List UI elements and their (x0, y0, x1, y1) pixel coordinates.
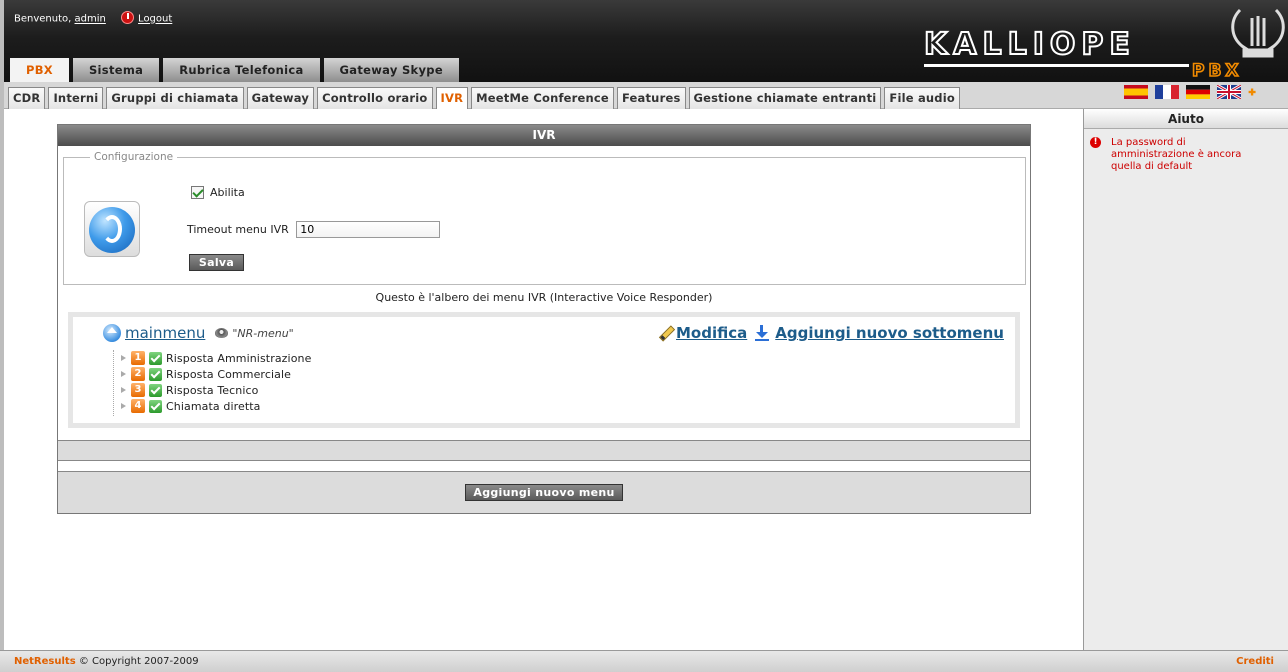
language-flags (1124, 85, 1262, 99)
save-button[interactable]: Salva (189, 254, 244, 271)
subtab-cdr[interactable]: CDR (8, 87, 46, 109)
tab-gateway-skype[interactable]: Gateway Skype (323, 58, 459, 82)
sub-tabs-bar: CDR Interni Gruppi di chiamata Gateway C… (4, 82, 1288, 109)
number-badge: 1 (131, 351, 145, 365)
sub-tabs: CDR Interni Gruppi di chiamata Gateway C… (8, 87, 963, 109)
mainmenu-link[interactable]: mainmenu (125, 324, 205, 342)
number-badge: 3 (131, 383, 145, 397)
enable-row: Abilita (191, 185, 245, 199)
add-submenu-link[interactable]: Aggiungi nuovo sottomenu (775, 324, 1004, 342)
copyright-text: © Copyright 2007-2009 (78, 656, 199, 667)
config-fieldset: Configurazione Abilita Timeout menu IVR … (63, 151, 1026, 285)
svg-text:PBX: PBX (1192, 61, 1243, 78)
subtab-gestione-chiamate-entranti[interactable]: Gestione chiamate entranti (688, 87, 882, 109)
tree-items: 1 Risposta Amministrazione 2 Risposta Co… (113, 350, 311, 416)
french-flag-icon[interactable] (1155, 85, 1179, 99)
panel-footer: Aggiungi nuovo menu (58, 471, 1030, 513)
tree-actions: Modifica Aggiungi nuovo sottomenu (658, 324, 1004, 342)
timeout-row: Timeout menu IVR (187, 221, 441, 238)
welcome-text: Benvenuto, (14, 13, 72, 25)
subtab-gruppi-di-chiamata[interactable]: Gruppi di chiamata (106, 87, 244, 109)
footer-copyright: NetResults © Copyright 2007-2009 (14, 651, 199, 672)
enable-label: Abilita (210, 185, 245, 199)
subtab-meetme-conference[interactable]: MeetMe Conference (471, 87, 614, 109)
config-legend: Configurazione (94, 151, 174, 163)
power-icon[interactable] (121, 11, 135, 24)
pencil-icon[interactable] (658, 326, 672, 340)
timeout-input[interactable] (296, 221, 441, 238)
tree-item[interactable]: 1 Risposta Amministrazione (113, 350, 311, 366)
check-icon (149, 367, 162, 381)
expand-arrow-icon[interactable] (121, 371, 126, 377)
number-badge: 2 (131, 367, 145, 381)
brand-link[interactable]: NetResults (14, 656, 76, 667)
check-icon (149, 351, 162, 365)
spanish-flag-icon[interactable] (1124, 85, 1148, 99)
expand-arrow-icon[interactable] (121, 387, 126, 393)
tab-sistema[interactable]: Sistema (72, 58, 160, 82)
logout-link[interactable]: Logout (138, 14, 172, 25)
tree-item[interactable]: 2 Risposta Commerciale (113, 366, 311, 382)
panel-title: IVR (58, 125, 1030, 146)
welcome-bar: Benvenuto, admin Logout (14, 11, 172, 25)
tree-item[interactable]: 4 Chiamata diretta (113, 398, 311, 414)
tree-root: mainmenu "NR-menu" (103, 324, 294, 342)
help-message: ! La password di amministrazione è ancor… (1090, 137, 1271, 173)
help-text: La password di amministrazione è ancora … (1111, 137, 1242, 172)
tree-item-label: Risposta Commerciale (166, 367, 291, 381)
page-footer: NetResults © Copyright 2007-2009 Crediti (0, 650, 1288, 672)
enable-checkbox[interactable] (191, 185, 204, 199)
sidebar-title: Aiuto (1084, 109, 1288, 129)
german-flag-icon[interactable] (1186, 85, 1210, 99)
home-icon (103, 324, 121, 342)
tree-item-label: Risposta Amministrazione (166, 351, 312, 365)
subtab-file-audio[interactable]: File audio (884, 87, 960, 109)
download-arrow-icon[interactable] (755, 325, 770, 341)
check-icon (149, 399, 162, 413)
expand-arrow-icon[interactable] (121, 403, 126, 409)
ivr-tree-inner: mainmenu "NR-menu" Modifica Aggiungi nuo… (73, 317, 1015, 423)
audio-icon (215, 328, 229, 338)
subtab-gateway[interactable]: Gateway (246, 87, 315, 109)
tab-rubrica-telefonica[interactable]: Rubrica Telefonica (163, 58, 320, 82)
top-header: Benvenuto, admin Logout KALLIOPE PBX PBX… (0, 0, 1288, 82)
tree-item-label: Chiamata diretta (166, 399, 261, 413)
root-audio-label: "NR-menu" (232, 326, 294, 340)
tree-item[interactable]: 3 Risposta Tecnico (113, 382, 311, 398)
edit-link[interactable]: Modifica (676, 324, 747, 342)
kalliope-pbx-logo: KALLIOPE PBX (923, 8, 1285, 78)
help-sidebar: Aiuto ! La password di amministrazione è… (1083, 109, 1288, 650)
uk-flag-icon[interactable] (1217, 85, 1241, 99)
lyre-icon (1231, 8, 1285, 58)
add-language-icon[interactable] (1248, 85, 1262, 99)
timeout-label: Timeout menu IVR (187, 223, 289, 236)
ivr-tree: mainmenu "NR-menu" Modifica Aggiungi nuo… (68, 312, 1020, 428)
tree-caption: Questo è l'albero dei menu IVR (Interact… (375, 291, 713, 304)
username-link[interactable]: admin (75, 14, 106, 25)
tree-item-label: Risposta Tecnico (166, 383, 259, 397)
svg-text:KALLIOPE: KALLIOPE (924, 27, 1136, 62)
subtab-features[interactable]: Features (616, 87, 686, 109)
ivr-panel: IVR Configurazione Abilita Timeout menu … (57, 124, 1031, 514)
number-badge: 4 (131, 399, 145, 413)
phone-icon (84, 201, 140, 257)
check-icon (149, 383, 162, 397)
main-tabs: PBX Sistema Rubrica Telefonica Gateway S… (8, 58, 459, 82)
warning-icon: ! (1090, 137, 1101, 148)
main-content: IVR Configurazione Abilita Timeout menu … (4, 110, 1083, 650)
subtab-ivr[interactable]: IVR (435, 87, 469, 109)
subtab-interni[interactable]: Interni (48, 87, 104, 109)
subtab-controllo-orario[interactable]: Controllo orario (317, 87, 433, 109)
add-menu-button[interactable]: Aggiungi nuovo menu (465, 484, 623, 501)
credits-link[interactable]: Crediti (1236, 651, 1274, 672)
tab-pbx[interactable]: PBX (10, 58, 69, 82)
expand-arrow-icon[interactable] (121, 355, 126, 361)
panel-separator (58, 440, 1030, 461)
